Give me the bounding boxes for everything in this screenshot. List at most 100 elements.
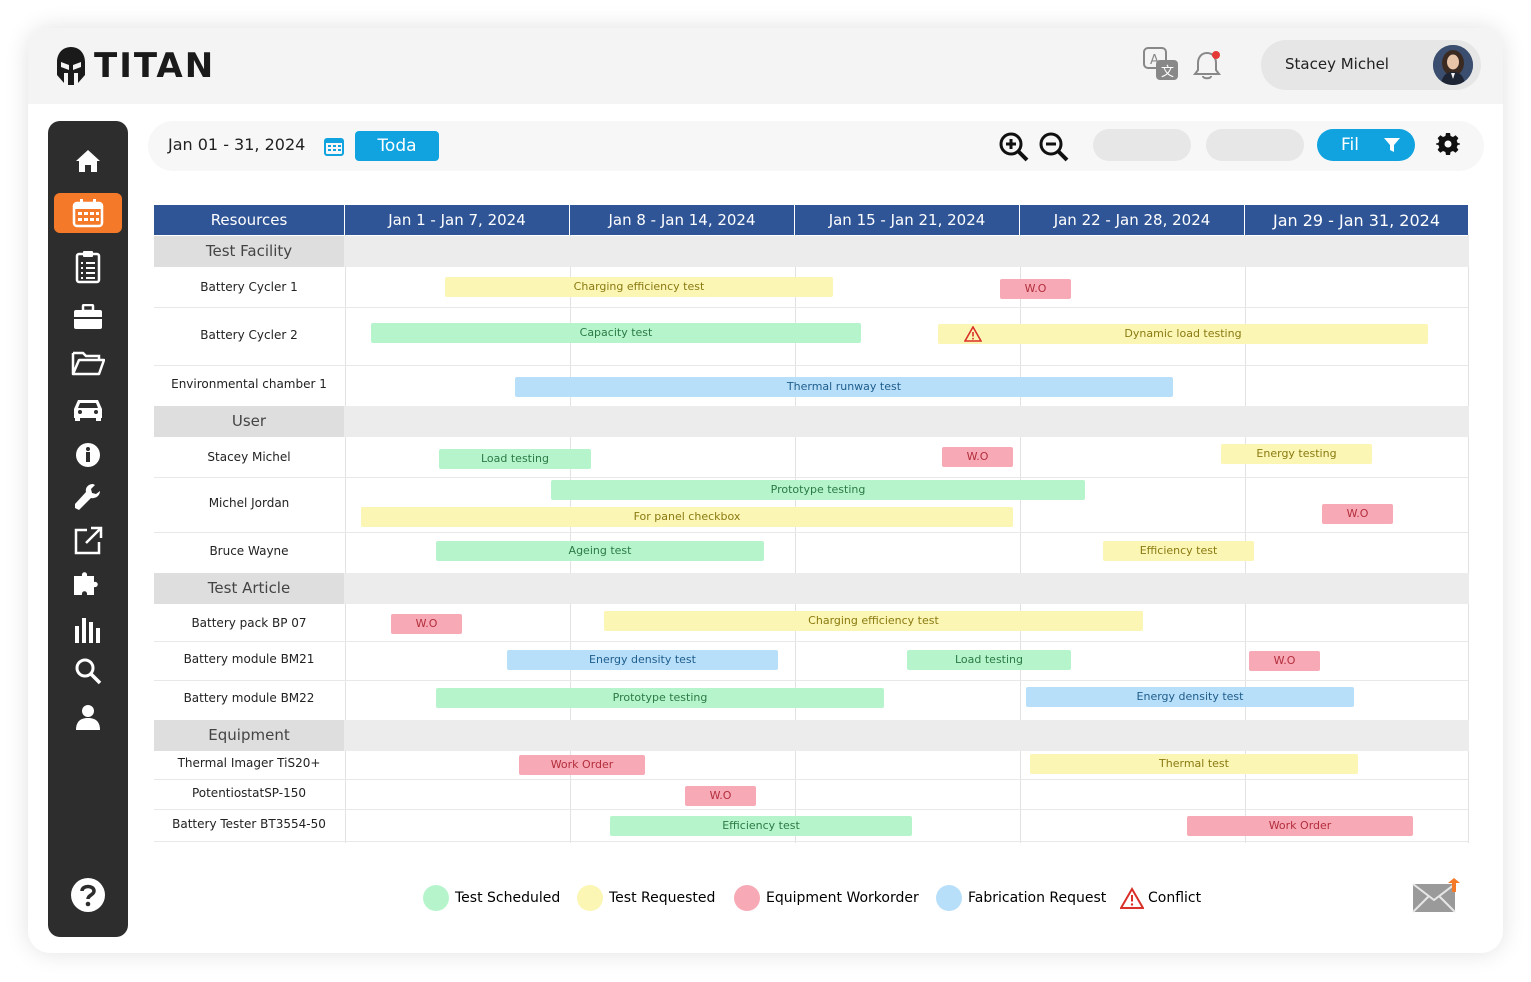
- clipboard-icon: [75, 251, 101, 284]
- resource-label[interactable]: Battery Cycler 2: [154, 328, 344, 342]
- svg-text:文: 文: [1161, 65, 1174, 80]
- sidebar-item-projects[interactable]: [54, 297, 122, 337]
- bar-chart-icon: [75, 618, 100, 643]
- booking-bar[interactable]: Energy density test: [1026, 687, 1354, 707]
- resource-label[interactable]: Battery Tester BT3554-50: [154, 817, 344, 831]
- help-icon: [71, 878, 105, 912]
- booking-bar[interactable]: Work Order: [519, 755, 645, 775]
- sidebar-item-export[interactable]: [54, 521, 122, 561]
- row-divider: [154, 841, 1469, 842]
- settings-button[interactable]: [1436, 132, 1460, 160]
- sidebar-item-info[interactable]: [54, 435, 122, 475]
- section-user: User: [154, 406, 1469, 437]
- booking-bar[interactable]: Energy testing: [1221, 444, 1372, 464]
- legend-test-scheduled: Test Scheduled: [423, 885, 560, 911]
- today-button[interactable]: Toda: [355, 131, 439, 161]
- section-title: Test Article: [154, 573, 344, 604]
- booking-bar[interactable]: W.O: [1249, 651, 1320, 671]
- titan-helmet-icon: [57, 47, 85, 85]
- notifications-button[interactable]: [1188, 46, 1226, 84]
- row-divider: [154, 532, 1469, 533]
- conflict-icon[interactable]: [964, 326, 982, 342]
- booking-bar[interactable]: Capacity test: [371, 323, 861, 343]
- legend-label: Fabrication Request: [968, 890, 1107, 906]
- resource-label[interactable]: Bruce Wayne: [154, 544, 344, 558]
- search-icon: [75, 658, 102, 685]
- date-picker-button[interactable]: [324, 136, 344, 160]
- calendar-toolbar: Jan 01 - 31, 2024 Toda Fil: [148, 121, 1484, 171]
- sidebar-item-home[interactable]: [54, 141, 122, 181]
- bell-icon: [1193, 51, 1221, 80]
- booking-bar[interactable]: W.O: [942, 447, 1013, 467]
- resource-label[interactable]: PotentiostatSP-150: [154, 786, 344, 800]
- mail-send-icon: [1412, 878, 1460, 913]
- resource-label[interactable]: Battery module BM21: [154, 652, 344, 666]
- sidebar-item-profile[interactable]: [54, 697, 122, 737]
- sidebar-item-maintenance[interactable]: [54, 477, 122, 517]
- sidebar-item-files[interactable]: [54, 343, 122, 383]
- send-mail-button[interactable]: [1412, 876, 1464, 918]
- section-title: User: [154, 406, 344, 437]
- user-menu[interactable]: Stacey Michel: [1261, 40, 1481, 90]
- sidebar-item-calendar[interactable]: [54, 193, 122, 233]
- resource-label[interactable]: Environmental chamber 1: [154, 377, 344, 391]
- view-option-button-2[interactable]: [1206, 129, 1304, 161]
- row-divider: [154, 779, 1469, 780]
- resource-label[interactable]: Battery pack BP 07: [154, 616, 344, 630]
- booking-bar[interactable]: W.O: [685, 786, 756, 806]
- booking-bar[interactable]: Dynamic load testing: [938, 324, 1428, 344]
- booking-bar[interactable]: Work Order: [1187, 816, 1413, 836]
- booking-bar[interactable]: Charging efficiency test: [445, 277, 833, 297]
- booking-bar[interactable]: W.O: [1000, 279, 1071, 299]
- booking-bar[interactable]: Prototype testing: [436, 688, 884, 708]
- translate-button[interactable]: A 文: [1142, 46, 1180, 84]
- sidebar-item-search[interactable]: [54, 651, 122, 691]
- help-button[interactable]: [54, 875, 122, 915]
- view-option-button-1[interactable]: [1093, 129, 1191, 161]
- legend-swatch: [936, 885, 962, 911]
- legend-label: Equipment Workorder: [766, 890, 919, 906]
- row-divider: [154, 365, 1469, 366]
- booking-bar[interactable]: Charging efficiency test: [604, 611, 1143, 631]
- resource-label[interactable]: Battery Cycler 1: [154, 280, 344, 294]
- resource-label[interactable]: Battery module BM22: [154, 691, 344, 705]
- sidebar-item-integrations[interactable]: [54, 563, 122, 603]
- logo[interactable]: TITAN: [56, 44, 215, 88]
- date-range-label: Jan 01 - 31, 2024: [168, 135, 306, 154]
- booking-bar[interactable]: Load testing: [907, 650, 1071, 670]
- booking-bar[interactable]: W.O: [391, 614, 462, 634]
- section-title: Equipment: [154, 720, 344, 751]
- zoom-in-icon: [999, 132, 1029, 162]
- translate-icon: A 文: [1143, 47, 1178, 80]
- section-title: Test Facility: [154, 236, 344, 267]
- week-header: Jan 15 - Jan 21, 2024: [795, 205, 1020, 235]
- sidebar-item-tasks[interactable]: [54, 247, 122, 287]
- resource-label[interactable]: Stacey Michel: [154, 450, 344, 464]
- legend-test-requested: Test Requested: [577, 885, 715, 911]
- booking-bar[interactable]: Load testing: [439, 449, 591, 469]
- booking-bar[interactable]: Thermal runway test: [515, 377, 1173, 397]
- zoom-out-button[interactable]: [1038, 131, 1070, 163]
- funnel-icon: [1383, 136, 1401, 159]
- booking-bar[interactable]: Ageing test: [436, 541, 764, 561]
- booking-bar[interactable]: Prototype testing: [551, 480, 1085, 500]
- sidebar-item-reports[interactable]: [54, 609, 122, 649]
- puzzle-icon: [74, 572, 98, 595]
- booking-bar[interactable]: For panel checkbox: [361, 507, 1013, 527]
- booking-bar[interactable]: W.O: [1322, 504, 1393, 524]
- section-test-article: Test Article: [154, 573, 1469, 604]
- zoom-in-button[interactable]: [998, 131, 1030, 163]
- week-header: Jan 1 - Jan 7, 2024: [345, 205, 570, 235]
- row-divider: [154, 680, 1469, 681]
- sidebar-item-vehicles[interactable]: [54, 389, 122, 429]
- booking-bar[interactable]: Thermal test: [1030, 754, 1358, 774]
- filter-button[interactable]: Fil: [1317, 129, 1415, 161]
- resource-label[interactable]: Thermal Imager TiS20+: [154, 756, 344, 770]
- resource-label[interactable]: Michel Jordan: [154, 496, 344, 510]
- booking-bar[interactable]: Efficiency test: [610, 816, 912, 836]
- booking-bar[interactable]: Energy density test: [507, 650, 778, 670]
- gear-icon: [1436, 133, 1460, 155]
- booking-bar[interactable]: Efficiency test: [1103, 541, 1254, 561]
- row-divider: [154, 307, 1469, 308]
- week-header: Jan 29 - Jan 31, 2024: [1245, 205, 1469, 235]
